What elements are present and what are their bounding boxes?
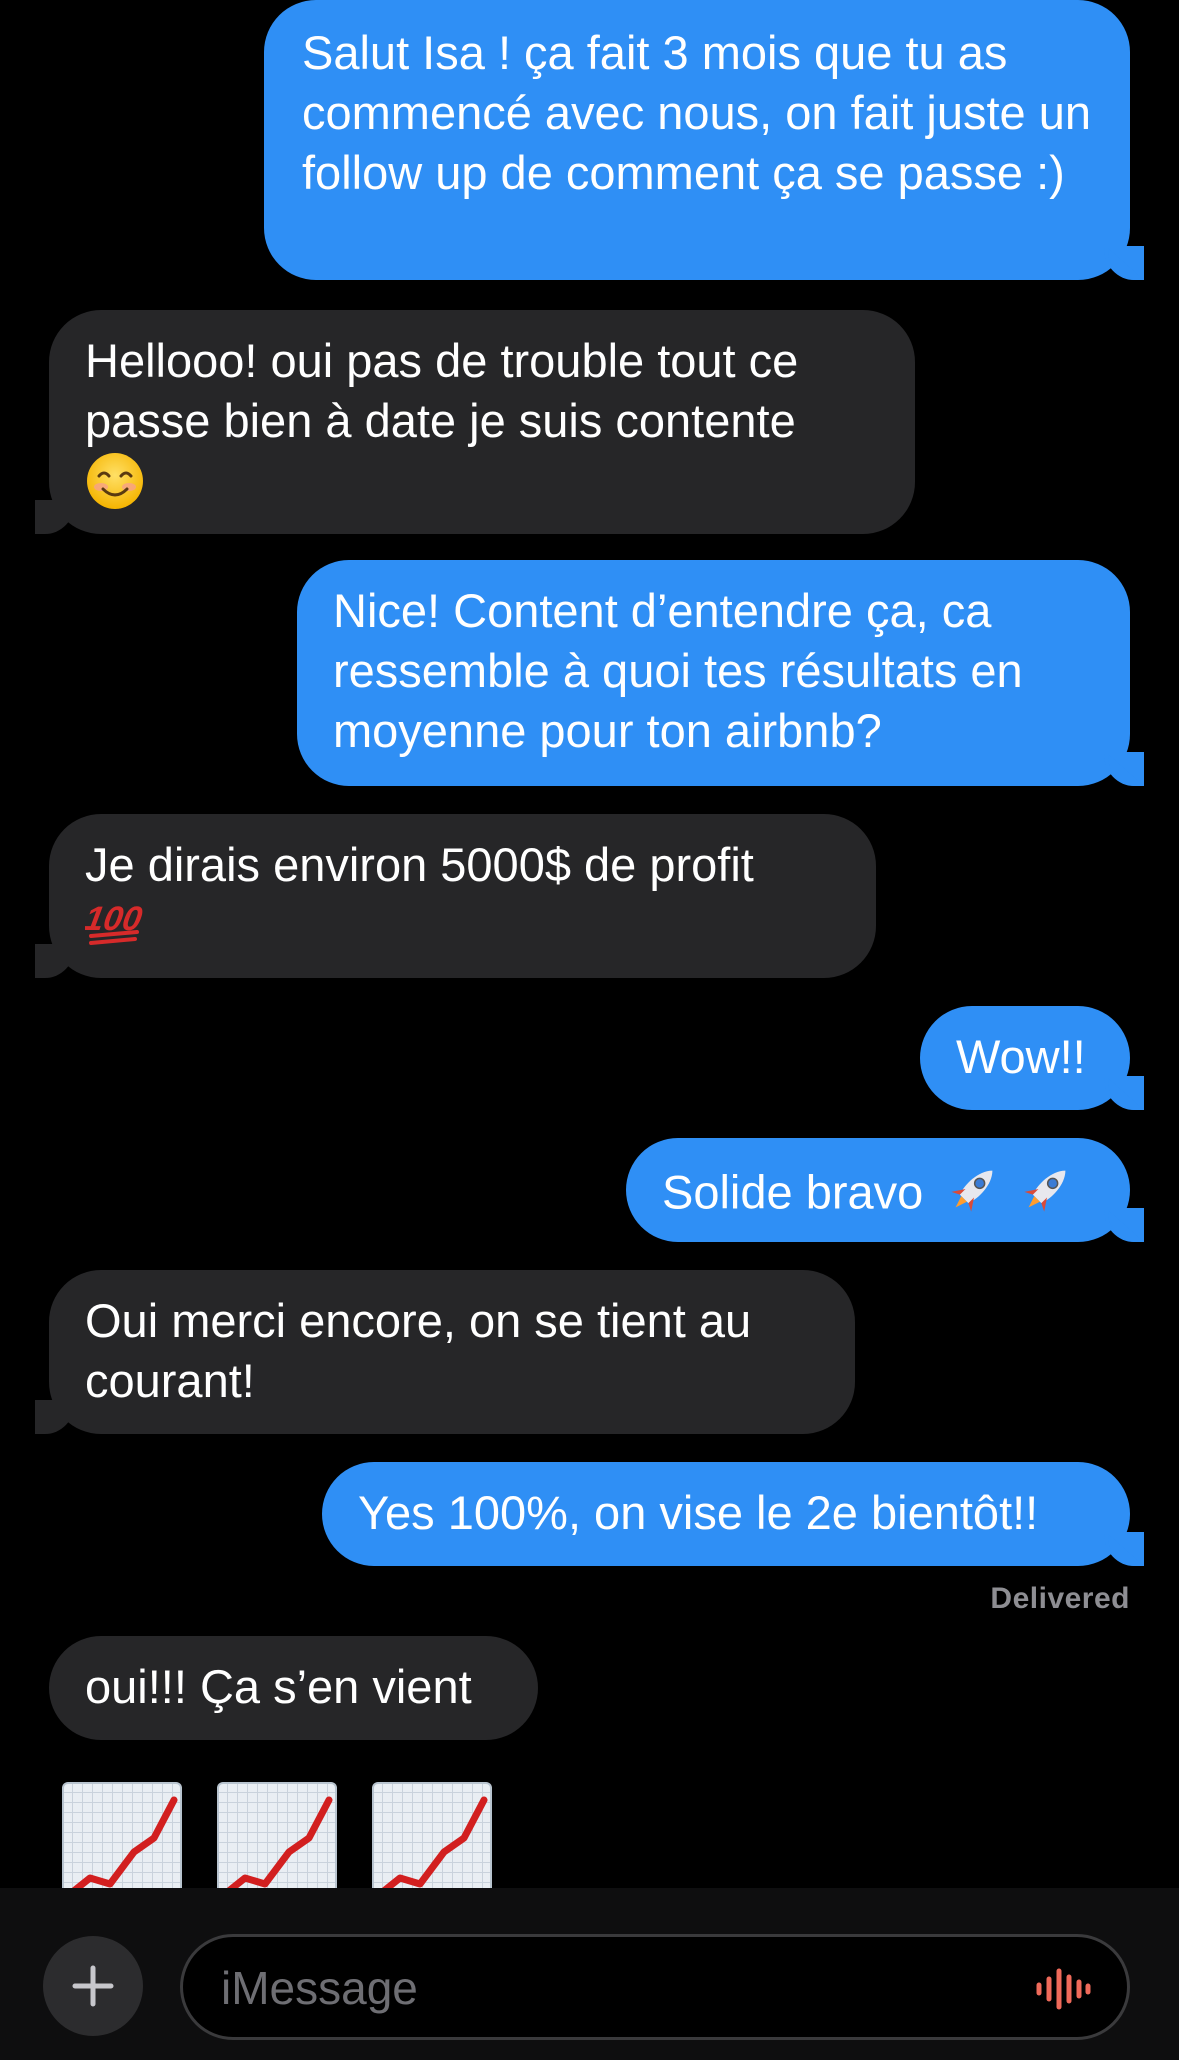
message-bubble-received[interactable]: oui!!! Ça s’en vient xyxy=(49,1636,538,1740)
message-text: Solide bravo xyxy=(662,1165,924,1219)
message-text: Wow!! xyxy=(956,1030,1086,1083)
chart-increasing-icon xyxy=(62,1782,182,1902)
message-text: Salut Isa ! ça fait 3 mois que tu as com… xyxy=(302,26,1105,199)
message-bubble-sent[interactable]: Salut Isa ! ça fait 3 mois que tu as com… xyxy=(264,0,1144,280)
message-bubble-sent[interactable]: Solide bravo xyxy=(626,1138,1144,1242)
add-attachment-button[interactable] xyxy=(43,1936,143,2036)
message-text: Yes 100%, on vise le 2e bientôt!! xyxy=(358,1486,1039,1539)
message-text: Nice! Content d’entendre ça, ca ressembl… xyxy=(333,584,1036,757)
message-bubble-received[interactable]: Je dirais environ 5000$ de profit 100 xyxy=(35,814,876,978)
message-text: Hellooo! oui pas de trouble tout ce pass… xyxy=(85,334,812,447)
message-text: oui!!! Ça s’en vient xyxy=(85,1660,472,1713)
smiling-face-icon xyxy=(85,451,145,525)
imessage-input[interactable] xyxy=(219,1955,1003,2021)
message-text: Oui merci encore, on se tient au courant… xyxy=(85,1294,765,1407)
hundred-points-icon: 100 xyxy=(82,896,145,962)
message-bubble-received[interactable]: Hellooo! oui pas de trouble tout ce pass… xyxy=(35,310,915,534)
imessage-input-container[interactable] xyxy=(180,1934,1130,2040)
chart-increasing-icon xyxy=(372,1782,492,1902)
message-composer xyxy=(0,1888,1179,2060)
chart-increasing-icon xyxy=(217,1782,337,1902)
message-bubble-sent[interactable]: Wow!! xyxy=(920,1006,1144,1110)
rocket-icon xyxy=(1017,1159,1077,1233)
message-bubble-received[interactable]: Oui merci encore, on se tient au courant… xyxy=(35,1270,855,1434)
delivered-status: Delivered xyxy=(990,1582,1130,1615)
rocket-icon xyxy=(944,1159,1004,1233)
message-text: Je dirais environ 5000$ de profit xyxy=(85,838,754,891)
chart-emoji-row[interactable] xyxy=(62,1782,492,1902)
audio-waveform-icon[interactable] xyxy=(1035,1967,1091,2011)
message-bubble-sent[interactable]: Yes 100%, on vise le 2e bientôt!! xyxy=(322,1462,1144,1566)
plus-icon xyxy=(72,1965,114,2007)
message-bubble-sent[interactable]: Nice! Content d’entendre ça, ca ressembl… xyxy=(297,560,1144,786)
